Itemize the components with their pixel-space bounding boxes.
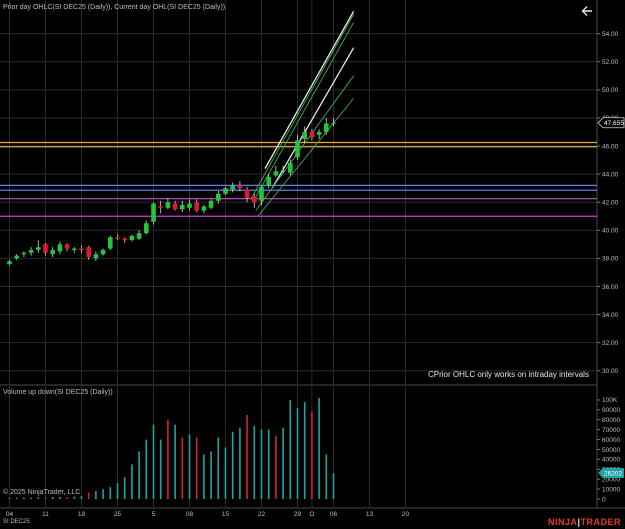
chart-canvas[interactable]: 04 11 18 25 5 08 15 22 29 O 06 13 20 30.00 32.00 34.00 3… <box>0 0 625 529</box>
volume-tick-label: 10000 <box>602 486 620 493</box>
candle-body <box>302 131 307 140</box>
candle-body <box>165 202 171 208</box>
price-panel-title: Prior day OHLC(SI DEC25 (Daily)), Curren… <box>3 4 226 11</box>
volume-tick-label: 60000 <box>602 437 620 444</box>
candle-body <box>288 162 293 173</box>
candle-body <box>324 123 329 132</box>
volume-tick-label: 40000 <box>602 457 620 464</box>
candle-body <box>295 140 300 158</box>
ninjatrader-logo: NINJA|TRADER <box>547 517 621 527</box>
candle-body <box>72 248 77 250</box>
price-tick-label: 54.00 <box>602 31 619 38</box>
candle-body <box>266 176 271 186</box>
volume-tick-label: 70000 <box>602 427 620 434</box>
candle-body <box>180 205 185 210</box>
candle-body <box>93 254 99 259</box>
candle-body <box>201 206 207 211</box>
price-tick-label: 42.00 <box>602 200 619 207</box>
volume-tick-label: 0 <box>602 496 606 503</box>
candle-body <box>57 244 63 252</box>
date-tick-label: 25 <box>114 511 122 518</box>
date-tick-label: 15 <box>222 511 230 518</box>
candle-body <box>208 200 214 208</box>
candle-body <box>14 255 19 259</box>
candle-body <box>108 237 113 249</box>
indicator-warning-message: CPrior OHLC only works on intraday inter… <box>428 370 589 379</box>
candle-body <box>28 249 34 253</box>
date-tick-label: 13 <box>366 511 374 518</box>
regression-channel-line <box>252 22 355 203</box>
volume-tick-label: 100K <box>602 397 618 404</box>
candle-body <box>237 185 243 189</box>
price-tick-label: 52.00 <box>602 59 619 66</box>
arrow-left-icon[interactable] <box>580 4 594 18</box>
candle-body <box>230 185 235 190</box>
volume-tick-label: 90000 <box>602 407 620 414</box>
price-tick-label: 30.00 <box>602 368 619 375</box>
candle-body <box>36 247 41 250</box>
candle-body <box>244 189 250 198</box>
date-tick-label: 22 <box>258 511 266 518</box>
price-tick-label: 32.00 <box>602 340 619 347</box>
date-tick-label: 18 <box>78 511 86 518</box>
candle-body <box>223 188 228 194</box>
date-tick-label: 5 <box>152 511 156 518</box>
price-tick-label: 44.00 <box>602 171 619 178</box>
price-tick-label: 50.00 <box>602 87 619 94</box>
price-tick-label: 38.00 <box>602 256 619 263</box>
candle-body <box>64 244 70 249</box>
candle-body <box>50 249 55 255</box>
candle-body <box>252 196 257 203</box>
candle-body <box>43 244 48 253</box>
last-volume-label: 26202 <box>604 470 622 477</box>
price-tick-label: 34.00 <box>602 312 619 319</box>
candle-body <box>100 249 106 255</box>
candle-body <box>21 252 27 255</box>
candle-body <box>158 206 163 208</box>
candle-body <box>122 238 127 241</box>
candle-body <box>129 235 135 241</box>
candle-body <box>115 237 120 239</box>
date-tick-label: 08 <box>186 511 194 518</box>
candle-body <box>7 261 12 265</box>
date-tick-label: 06 <box>330 511 338 518</box>
candle-body <box>86 247 91 257</box>
candle-body <box>187 203 192 208</box>
price-tick-label: 46.00 <box>602 143 619 150</box>
date-tick-label: O <box>309 511 314 518</box>
instrument-label: SI DEC25 <box>3 519 30 525</box>
candle-body <box>194 202 199 211</box>
date-tick-label: 20 <box>402 511 410 518</box>
copyright-notice: © 2025 NinjaTrader, LLC <box>3 489 81 496</box>
candle-body <box>280 169 286 171</box>
candle-body <box>316 131 322 135</box>
volume-tick-label: 50000 <box>602 447 620 454</box>
price-tick-label: 36.00 <box>602 284 619 291</box>
candle-body <box>331 122 336 124</box>
candle-body <box>151 203 156 222</box>
candle-body <box>144 223 149 234</box>
date-tick-label: 04 <box>6 511 14 518</box>
date-tick-label: 29 <box>294 511 302 518</box>
price-tick-label: 40.00 <box>602 228 619 235</box>
candle-body <box>273 171 279 176</box>
candle-body <box>309 131 315 138</box>
candle-body <box>172 203 178 210</box>
date-tick-label: 11 <box>42 511 49 518</box>
candle-body <box>259 186 264 201</box>
last-price-label: 47.655 <box>604 120 624 127</box>
regression-channel-line <box>250 13 355 200</box>
volume-panel-title: Volume up down(SI DEC25 (Daily)) <box>3 389 113 396</box>
candle-body <box>136 233 142 239</box>
candle-body <box>79 248 84 250</box>
candle-body <box>216 193 221 201</box>
volume-tick-label: 80000 <box>602 417 620 424</box>
